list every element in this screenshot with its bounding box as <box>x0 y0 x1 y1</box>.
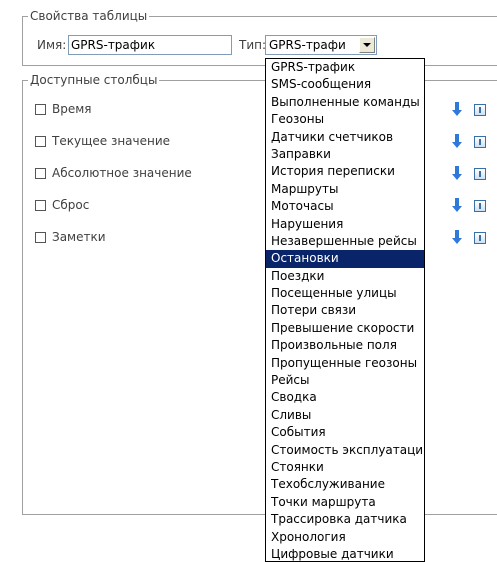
available-columns-legend: Доступные столбцы <box>28 73 160 87</box>
arrow-down-icon[interactable] <box>452 102 462 116</box>
table-properties-legend: Свойства таблицы <box>28 9 150 23</box>
dropdown-option[interactable]: GPRS-трафик <box>266 59 424 76</box>
column-checkbox[interactable] <box>35 103 46 115</box>
info-icon[interactable] <box>474 200 486 212</box>
dropdown-option[interactable]: Пропущенные геозоны <box>266 355 424 372</box>
name-input[interactable] <box>68 35 232 55</box>
info-icon[interactable] <box>474 136 486 148</box>
arrow-down-icon[interactable] <box>452 166 462 180</box>
column-checkbox[interactable] <box>35 167 46 179</box>
column-checkbox[interactable] <box>35 135 46 147</box>
column-label: Время <box>52 102 92 116</box>
dropdown-option[interactable]: Потери связи <box>266 302 424 319</box>
column-label: Сброс <box>52 198 90 212</box>
dropdown-option[interactable]: Техобслуживание <box>266 476 424 493</box>
info-icon[interactable] <box>474 104 486 116</box>
dropdown-option[interactable]: Незавершенные рейсы <box>266 233 424 250</box>
dropdown-option[interactable]: Маршруты <box>266 181 424 198</box>
dropdown-option[interactable]: Геозоны <box>266 111 424 128</box>
column-item-absolute-value[interactable]: Абсолютное значение <box>35 165 192 181</box>
chevron-down-icon[interactable] <box>359 37 375 53</box>
column-checkbox[interactable] <box>35 231 46 243</box>
dropdown-option[interactable]: Превышение скорости <box>266 320 424 337</box>
dropdown-option[interactable]: Поездки <box>266 268 424 285</box>
dropdown-option[interactable]: Цифровые датчики <box>266 546 424 561</box>
column-item-time[interactable]: Время <box>35 101 92 117</box>
column-item-current-value[interactable]: Текущее значение <box>35 133 170 149</box>
dropdown-option[interactable]: SMS-сообщения <box>266 76 424 93</box>
type-dropdown-list[interactable]: GPRS-трафик SMS-сообщения Выполненные кома… <box>265 58 425 562</box>
dropdown-option[interactable]: Остановки <box>266 250 424 268</box>
info-icon[interactable] <box>474 232 486 244</box>
dropdown-option[interactable]: Сливы <box>266 407 424 424</box>
type-label: Тип: <box>239 38 267 52</box>
column-checkbox[interactable] <box>35 199 46 211</box>
column-label: Абсолютное значение <box>52 166 192 180</box>
type-select-value: GPRS-трафи <box>269 38 346 52</box>
column-item-notes[interactable]: Заметки <box>35 229 106 245</box>
arrow-down-icon[interactable] <box>452 134 462 148</box>
arrow-down-icon[interactable] <box>452 198 462 212</box>
dropdown-option[interactable]: Стоимость эксплуатации <box>266 442 424 459</box>
type-select[interactable]: GPRS-трафи <box>265 35 377 55</box>
dropdown-option[interactable]: История переписки <box>266 163 424 180</box>
name-label: Имя: <box>37 38 67 52</box>
dropdown-option[interactable]: Рейсы <box>266 372 424 389</box>
column-label: Текущее значение <box>52 134 171 148</box>
dropdown-option[interactable]: Хронология <box>266 529 424 546</box>
dropdown-option[interactable]: Заправки <box>266 146 424 163</box>
dropdown-option[interactable]: Выполненные команды <box>266 94 424 111</box>
column-label: Заметки <box>52 230 106 244</box>
dropdown-option[interactable]: Нарушения <box>266 216 424 233</box>
info-icon[interactable] <box>474 168 486 180</box>
dropdown-option[interactable]: Моточасы <box>266 198 424 215</box>
column-item-reset[interactable]: Сброс <box>35 197 89 213</box>
dropdown-option[interactable]: События <box>266 424 424 441</box>
dropdown-option[interactable]: Сводка <box>266 389 424 406</box>
dropdown-option[interactable]: Произвольные поля <box>266 337 424 354</box>
dropdown-option[interactable]: Посещенные улицы <box>266 285 424 302</box>
dropdown-option[interactable]: Датчики счетчиков <box>266 129 424 146</box>
dropdown-option[interactable]: Точки маршрута <box>266 494 424 511</box>
arrow-down-icon[interactable] <box>452 230 462 244</box>
dropdown-option[interactable]: Стоянки <box>266 459 424 476</box>
dropdown-option[interactable]: Трассировка датчика <box>266 511 424 528</box>
